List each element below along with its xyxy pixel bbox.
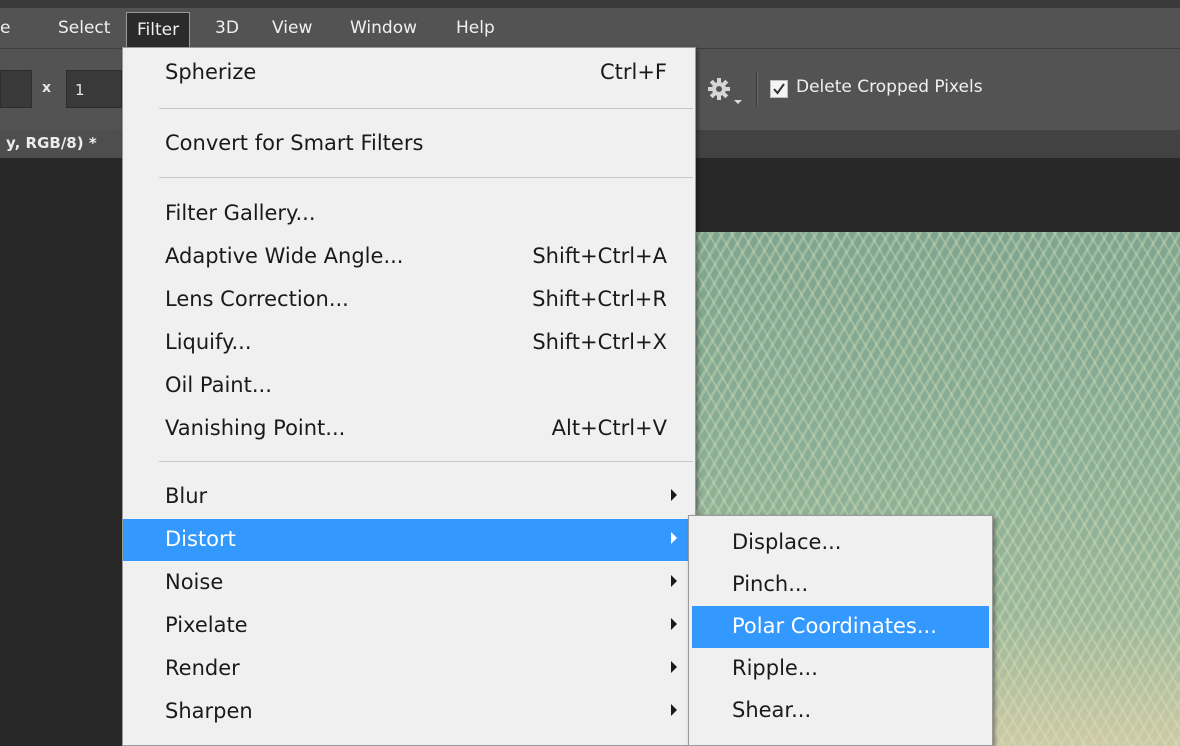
menu-item-spherize[interactable]: Spherize Ctrl+F — [123, 52, 695, 94]
menu-item-label: Pixelate — [165, 613, 248, 637]
submenu-item-label: Polar Coordinates... — [732, 614, 937, 638]
menu-window[interactable]: Window — [350, 8, 417, 48]
menu-item-label: Filter Gallery... — [165, 201, 316, 225]
menu-item-liquify[interactable]: Liquify... Shift+Ctrl+X — [123, 322, 695, 364]
submenu-arrow-icon — [671, 489, 677, 501]
menu-item-filter-gallery[interactable]: Filter Gallery... — [123, 193, 695, 235]
width-ratio-field[interactable] — [0, 70, 32, 108]
title-strip — [0, 0, 1180, 8]
submenu-arrow-icon — [671, 575, 677, 587]
menu-item-sharpen[interactable]: Sharpen — [123, 691, 695, 733]
ratio-x-label: x — [42, 80, 52, 96]
submenu-item-label: Shear... — [732, 698, 812, 722]
submenu-arrow-icon — [671, 618, 677, 630]
menu-item-label: Liquify... — [165, 330, 252, 354]
menu-item-shortcut: Shift+Ctrl+A — [532, 244, 667, 268]
menu-item-oil-paint[interactable]: Oil Paint... — [123, 365, 695, 407]
menu-item-adaptive-wide-angle[interactable]: Adaptive Wide Angle... Shift+Ctrl+A — [123, 236, 695, 278]
menu-bar: e Select Filter 3D View Window Help — [0, 8, 1180, 48]
submenu-item-label: Pinch... — [732, 572, 809, 596]
menu-item-shortcut: Ctrl+F — [599, 60, 667, 84]
menu-item-vanishing-point[interactable]: Vanishing Point... Alt+Ctrl+V — [123, 408, 695, 450]
menu-item-label: Spherize — [165, 60, 257, 84]
submenu-item-shear[interactable]: Shear... — [692, 690, 989, 732]
document-tab-label: y, RGB/8) * — [6, 134, 97, 152]
filter-menu: Spherize Ctrl+F Convert for Smart Filter… — [122, 47, 696, 746]
menu-item-label: Sharpen — [165, 699, 253, 723]
gear-icon[interactable] — [706, 76, 732, 102]
menu-separator — [159, 461, 693, 462]
menu-item-label: Lens Correction... — [165, 287, 349, 311]
menu-item-lens-correction[interactable]: Lens Correction... Shift+Ctrl+R — [123, 279, 695, 321]
checkmark-icon — [773, 83, 785, 95]
menu-item-label: Vanishing Point... — [165, 416, 346, 440]
menu-item-shortcut: Shift+Ctrl+X — [532, 330, 667, 354]
menu-item-label: Distort — [165, 527, 236, 551]
submenu-item-label: Displace... — [732, 530, 842, 554]
submenu-item-pinch[interactable]: Pinch... — [692, 564, 989, 606]
menu-item-shortcut: Shift+Ctrl+R — [532, 287, 667, 311]
menu-item-blur[interactable]: Blur — [123, 476, 695, 518]
submenu-arrow-icon — [671, 704, 677, 716]
menu-item-label: Blur — [165, 484, 208, 508]
menu-file-fragment[interactable]: e — [0, 8, 10, 48]
menu-item-convert-smart-filters[interactable]: Convert for Smart Filters — [123, 123, 695, 165]
delete-cropped-checkbox[interactable] — [770, 80, 788, 98]
menu-item-shortcut: Alt+Ctrl+V — [551, 416, 667, 440]
distort-submenu: Displace... Pinch... Polar Coordinates..… — [688, 515, 993, 746]
menu-separator — [159, 177, 693, 178]
menu-item-pixelate[interactable]: Pixelate — [123, 605, 695, 647]
chevron-down-icon[interactable] — [734, 100, 742, 104]
submenu-arrow-icon — [671, 532, 677, 544]
submenu-arrow-icon — [671, 661, 677, 673]
menu-select[interactable]: Select — [58, 8, 110, 48]
menu-filter[interactable]: Filter — [126, 12, 191, 48]
menu-item-label: Oil Paint... — [165, 373, 272, 397]
delete-cropped-label: Delete Cropped Pixels — [796, 77, 983, 97]
menu-separator — [159, 108, 693, 109]
menu-3d[interactable]: 3D — [215, 8, 239, 48]
menu-help[interactable]: Help — [456, 8, 495, 48]
menu-item-label: Render — [165, 656, 240, 680]
options-divider — [756, 72, 758, 106]
menu-view[interactable]: View — [272, 8, 312, 48]
menu-item-noise[interactable]: Noise — [123, 562, 695, 604]
submenu-item-ripple[interactable]: Ripple... — [692, 648, 989, 690]
menu-item-render[interactable]: Render — [123, 648, 695, 690]
menu-item-label: Adaptive Wide Angle... — [165, 244, 404, 268]
submenu-item-displace[interactable]: Displace... — [692, 522, 989, 564]
menu-item-label: Convert for Smart Filters — [165, 131, 424, 155]
menu-item-label: Noise — [165, 570, 224, 594]
menu-item-distort[interactable]: Distort — [123, 519, 695, 561]
height-ratio-field[interactable]: 1 — [66, 70, 122, 108]
submenu-item-label: Ripple... — [732, 656, 818, 680]
submenu-item-polar-coordinates[interactable]: Polar Coordinates... — [692, 606, 989, 648]
